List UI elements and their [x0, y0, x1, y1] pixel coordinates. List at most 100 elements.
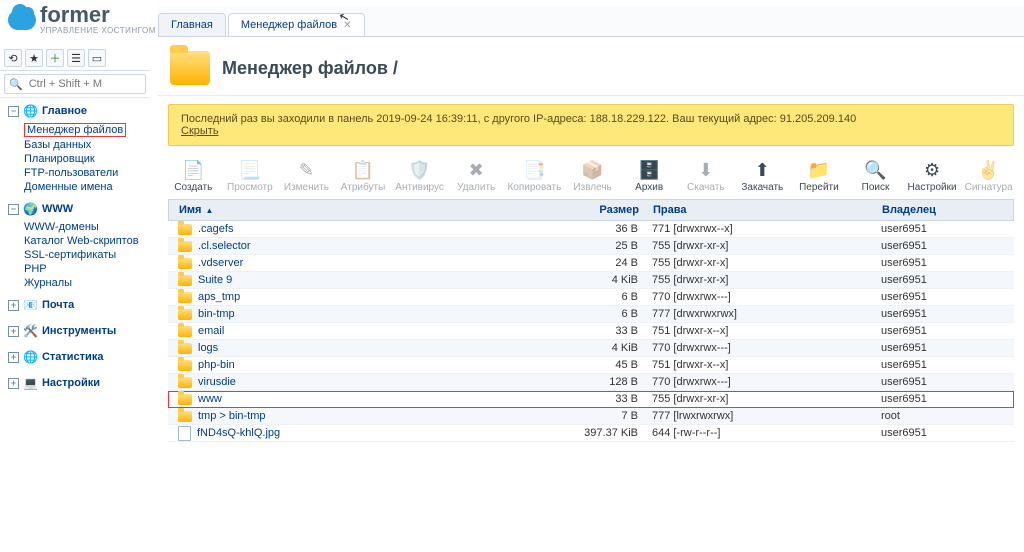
table-row[interactable]: logs4 KiB770 [drwxrwx---]user6951	[168, 340, 1014, 357]
Создать-icon: 📄	[181, 158, 205, 182]
nav-item[interactable]: Журналы	[24, 276, 150, 290]
table-row[interactable]: aps_tmp6 B770 [drwxrwx---]user6951	[168, 289, 1014, 306]
expand-icon[interactable]: +	[8, 378, 19, 389]
Атрибуты-icon: 📋	[351, 158, 375, 182]
table-row[interactable]: fND4sQ-khlQ.jpg 397.37 KiB644 [-rw-r--r--…	[168, 425, 1014, 442]
nav-section-label[interactable]: Статистика	[42, 351, 104, 363]
file-name[interactable]: .cl.selector	[198, 240, 251, 252]
file-perm: 770 [drwxrwx---]	[652, 291, 877, 303]
star-icon[interactable]: ★	[25, 49, 43, 67]
tool-Удалить: ✖Удалить	[451, 158, 502, 193]
tool-Изменить: ✎Изменить	[281, 158, 332, 193]
folder-icon	[178, 275, 192, 286]
file-name[interactable]: .vdserver	[198, 257, 243, 269]
folder-big-icon	[170, 51, 210, 85]
nav-item[interactable]: SSL-сертификаты	[24, 248, 150, 262]
sort-asc-icon: ▲	[205, 206, 213, 215]
Закачать-icon: ⬆	[750, 158, 774, 182]
table-row[interactable]: php-bin45 B751 [drwxr-x--x]user6951	[168, 357, 1014, 374]
col-name[interactable]: Имя ▲	[169, 204, 469, 216]
file-name[interactable]: email	[198, 325, 224, 337]
file-name[interactable]: .cagefs	[198, 223, 233, 235]
tool-Сигнатура: ✌Сигнатура	[963, 158, 1014, 193]
add-icon[interactable]: ＋	[46, 49, 64, 67]
folder-icon	[178, 326, 192, 337]
tool-Создать[interactable]: 📄Создать	[168, 158, 219, 193]
file-name[interactable]: tmp > bin-tmp	[198, 410, 266, 422]
tool-label: Копировать	[507, 182, 561, 193]
nav-item[interactable]: Доменные имена	[24, 180, 150, 194]
nav-item[interactable]: Менеджер файлов	[24, 122, 150, 138]
nav-item[interactable]: Базы данных	[24, 138, 150, 152]
tool-Перейти[interactable]: 📁Перейти	[794, 158, 845, 193]
table-row[interactable]: www33 B755 [drwxr-xr-x]user6951	[168, 391, 1014, 408]
file-name[interactable]: Suite 9	[198, 274, 232, 286]
nav-section-Инструменты[interactable]: +🛠️Инструменты	[0, 320, 150, 342]
table-row[interactable]: .cl.selector25 B755 [drwxr-xr-x]user6951	[168, 238, 1014, 255]
file-name[interactable]: php-bin	[198, 359, 235, 371]
collapse-icon[interactable]: ▭	[88, 49, 106, 67]
table-row[interactable]: Suite 94 KiB755 [drwxr-xr-x]user6951	[168, 272, 1014, 289]
Просмотр-icon: 📃	[238, 158, 262, 182]
nav-item[interactable]: Каталог Web-скриптов	[24, 234, 150, 248]
nav: −🌐ГлавноеМенеджер файловБазы данныхПлани…	[0, 98, 150, 396]
table-row[interactable]: bin-tmp6 B777 [drwxrwxrwx]user6951	[168, 306, 1014, 323]
collapse-icon[interactable]: −	[8, 204, 19, 215]
table-row[interactable]: virusdie128 B770 [drwxrwx---]user6951	[168, 374, 1014, 391]
file-perm: 751 [drwxr-x--x]	[652, 359, 877, 371]
table-row[interactable]: .cagefs36 B771 [drwxrwx--x]user6951	[168, 221, 1014, 238]
expand-icon[interactable]: +	[8, 352, 19, 363]
nav-section-label[interactable]: Инструменты	[42, 325, 116, 337]
file-name[interactable]: logs	[198, 342, 218, 354]
expand-icon[interactable]: +	[8, 300, 19, 311]
tab-Менеджер файлов[interactable]: Менеджер файлов✕↖	[228, 13, 365, 36]
nav-item[interactable]: PHP	[24, 262, 150, 276]
section-icon: 🌐	[23, 104, 38, 118]
nav-section-WWW[interactable]: −🌍WWW	[0, 198, 150, 220]
file-size: 33 B	[468, 393, 652, 405]
file-owner: user6951	[877, 274, 1014, 286]
nav-section-Статистика[interactable]: +🌐Статистика	[0, 346, 150, 368]
tool-Архив[interactable]: 🗄️Архив	[624, 158, 675, 193]
file-owner: user6951	[877, 308, 1014, 320]
nav-item[interactable]: Планировщик	[24, 152, 150, 166]
file-perm: 770 [drwxrwx---]	[652, 342, 877, 354]
file-name[interactable]: bin-tmp	[198, 308, 235, 320]
file-perm: 644 [-rw-r--r--]	[652, 427, 877, 439]
search-input[interactable]	[27, 77, 141, 91]
file-name[interactable]: www	[198, 393, 222, 405]
file-name[interactable]: aps_tmp	[198, 291, 240, 303]
nav-section-label[interactable]: Главное	[42, 105, 87, 117]
Удалить-icon: ✖	[464, 158, 488, 182]
nav-item[interactable]: WWW-домены	[24, 220, 150, 234]
nav-item[interactable]: FTP-пользователи	[24, 166, 150, 180]
nav-section-Почта[interactable]: +📧Почта	[0, 294, 150, 316]
expand-icon[interactable]: ☰	[67, 49, 85, 67]
cursor-icon: ↖	[338, 9, 351, 25]
folder-icon	[178, 309, 192, 320]
nav-section-label[interactable]: WWW	[42, 203, 73, 215]
collapse-icon[interactable]: −	[8, 106, 19, 117]
col-size[interactable]: Размер	[469, 204, 653, 216]
tool-Настройки[interactable]: ⚙Настройки	[907, 158, 958, 193]
sidebar-toolbar: ⟲ ★ ＋ ☰ ▭	[0, 46, 150, 71]
nav-section-Главное[interactable]: −🌐 Главное	[0, 100, 150, 122]
col-own[interactable]: Владелец	[878, 204, 1013, 216]
nav-section-label[interactable]: Почта	[42, 299, 74, 311]
table-row[interactable]: tmp > bin-tmp7 B777 [lrwxrwxrwx]root	[168, 408, 1014, 425]
table-row[interactable]: email33 B751 [drwxr-x--x]user6951	[168, 323, 1014, 340]
notice-hide-link[interactable]: Скрыть	[181, 125, 219, 137]
col-perm[interactable]: Права	[653, 204, 878, 216]
nav-section-label[interactable]: Настройки	[42, 377, 100, 389]
file-size: 397.37 KiB	[468, 427, 652, 439]
file-name[interactable]: virusdie	[198, 376, 236, 388]
table-row[interactable]: .vdserver24 B755 [drwxr-xr-x]user6951	[168, 255, 1014, 272]
file-name[interactable]: fND4sQ-khlQ.jpg	[197, 427, 280, 439]
tool-Поиск[interactable]: 🔍Поиск	[850, 158, 901, 193]
reload-icon[interactable]: ⟲	[4, 49, 22, 67]
nav-section-Настройки[interactable]: +💻Настройки	[0, 372, 150, 394]
expand-icon[interactable]: +	[8, 326, 19, 337]
tab-Главная[interactable]: Главная	[158, 13, 226, 36]
tool-Закачать[interactable]: ⬆Закачать	[737, 158, 788, 193]
file-perm: 770 [drwxrwx---]	[652, 376, 877, 388]
